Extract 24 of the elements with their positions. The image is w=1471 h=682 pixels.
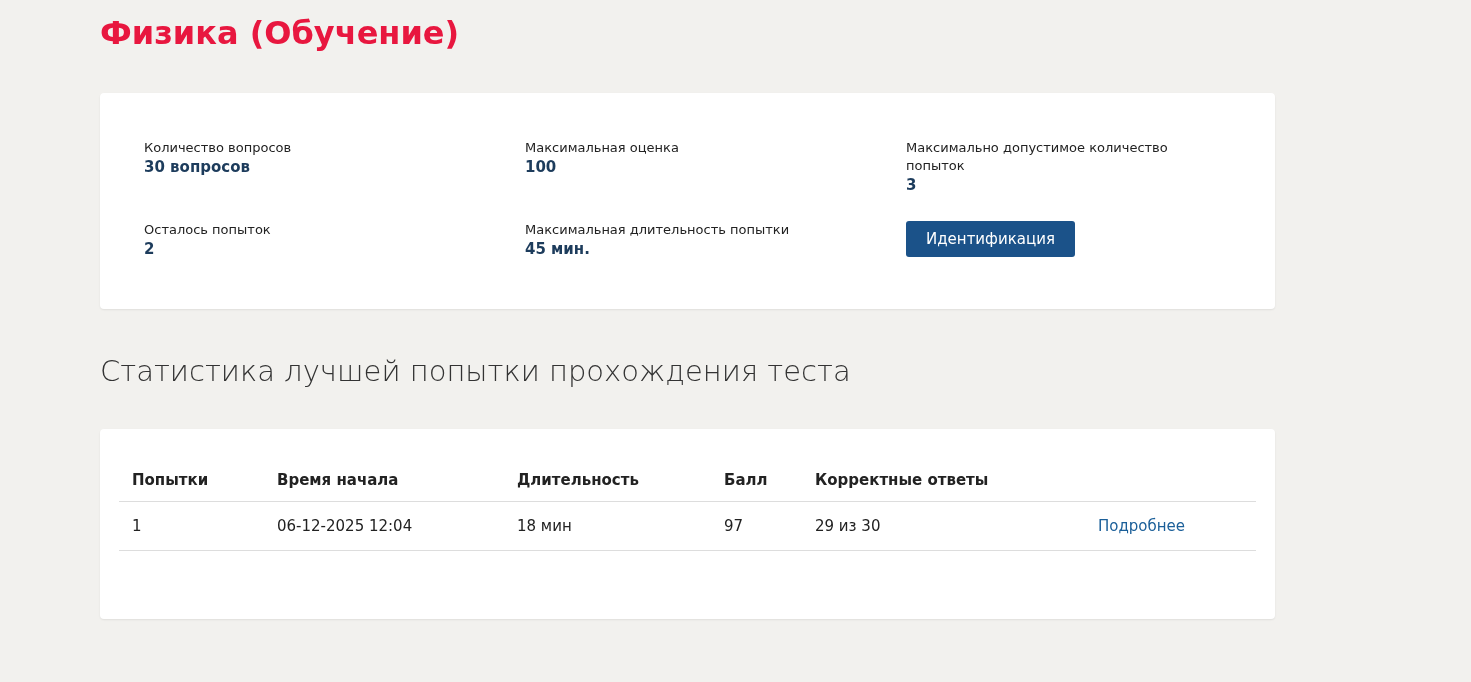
stat-label: Максимальная длительность попытки [525, 221, 791, 239]
table-cell: 29 из 30 [802, 501, 1085, 551]
table-cell: 1 [119, 501, 264, 551]
column-header: Балл [711, 459, 802, 502]
table-cell: 18 мин [504, 501, 711, 551]
stat-value: 3 [906, 175, 918, 195]
identification-button[interactable]: Идентификация [906, 221, 1075, 257]
column-header: Корректные ответы [802, 459, 1085, 502]
stat-value: 2 [144, 239, 156, 259]
section-heading: Статистика лучшей попытки прохождения теста [100, 353, 852, 390]
table-cell: 97 [711, 501, 802, 551]
table-cell: 06-12-2025 12:04 [264, 501, 504, 551]
stat-value: 30 вопросов [144, 157, 251, 177]
stat-value: 100 [525, 157, 558, 177]
stat-label: Максимально допустимое количество попыток [906, 139, 1169, 175]
stat-label: Максимальная оценка [525, 139, 680, 157]
column-header: Попытки [119, 459, 264, 502]
column-header: Длительность [504, 459, 711, 502]
details-link[interactable]: Подробнее [1098, 517, 1186, 535]
stat-value: 45 мин. [525, 239, 591, 259]
stat-label: Количество вопросов [144, 139, 293, 157]
column-header: Время начала [264, 459, 504, 502]
page-title: Физика (Обучение) [100, 13, 461, 54]
stat-label: Осталось попыток [144, 221, 272, 239]
